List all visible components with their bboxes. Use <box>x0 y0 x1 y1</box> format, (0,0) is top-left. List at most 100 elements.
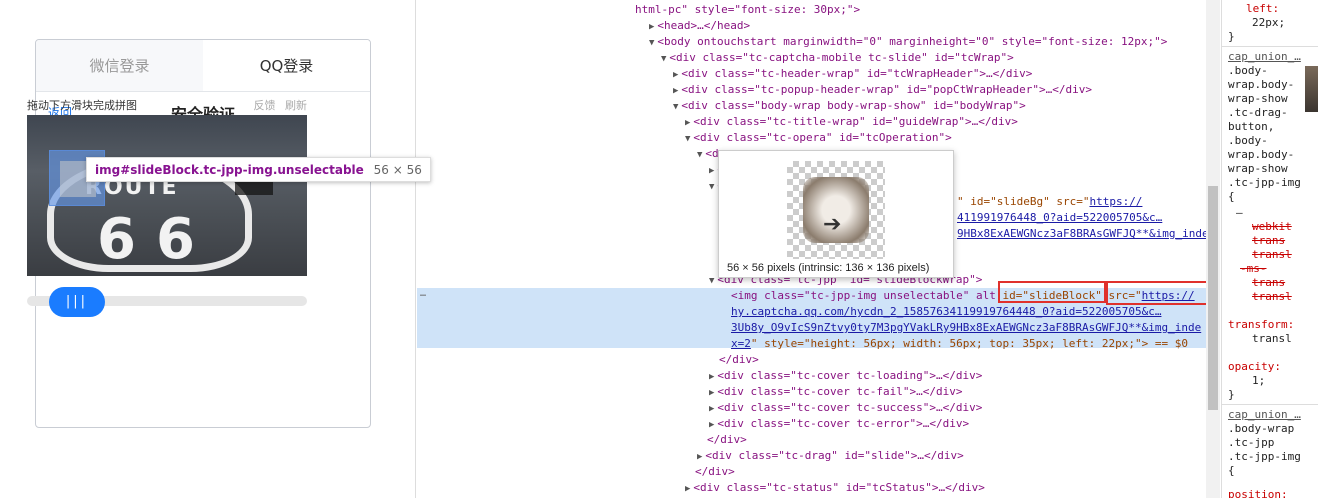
dom-line[interactable]: ▼ <d <box>697 146 719 162</box>
feedback-link[interactable]: 反馈 <box>254 99 276 112</box>
style-selector: button, <box>1228 120 1275 133</box>
style-value[interactable]: 22px; <box>1252 16 1285 30</box>
style-brace: } <box>1228 388 1235 401</box>
slider-handle[interactable]: ||| <box>49 287 105 317</box>
style-prop[interactable]: opacity: <box>1228 360 1281 374</box>
login-tabs: 微信登录 QQ登录 <box>36 40 370 92</box>
dom-line[interactable]: 9HBx8ExAEWGNcz3aF8BRAsGWFJQ**&img_inde <box>957 226 1209 242</box>
node-actions-dots[interactable]: … <box>420 288 426 299</box>
dom-line[interactable]: ▼ <body ontouchstart marginwidth="0" marg… <box>649 34 1167 50</box>
expand-triangle-icon[interactable]: ▶ <box>673 70 678 80</box>
expand-triangle-icon[interactable]: ▶ <box>709 404 714 414</box>
dom-text: <div class="tc-cover tc-success">…</div> <box>717 401 983 414</box>
dom-line[interactable]: ▶ <div class="tc-popup-header-wrap" id="p… <box>673 82 1092 98</box>
style-prop[interactable]: position: <box>1228 488 1288 498</box>
dom-line[interactable]: ▶ <div class="tc-header-wrap" id="tcWrapH… <box>673 66 1032 82</box>
expand-triangle-icon[interactable]: ▶ <box>709 420 714 430</box>
dom-line[interactable]: " id="slideBg" src="https:// <box>957 194 1142 210</box>
collapse-triangle-icon[interactable]: ▼ <box>673 102 678 112</box>
dom-line[interactable]: ▼ <div class="tc-opera" id="tcOperation"> <box>685 130 952 146</box>
collapse-triangle-icon[interactable]: ▼ <box>649 38 654 48</box>
dom-line-selected[interactable]: x=2" style="height: 56px; width: 56px; t… <box>731 336 1188 352</box>
puzzle-background-image: ROUTE 66 <box>27 115 307 276</box>
dom-line[interactable]: ▶ <div class="tc-status" id="tcStatus">…<… <box>685 480 985 496</box>
style-prop-overridden[interactable]: transl <box>1252 290 1292 304</box>
dom-line[interactable]: ▶ <head>…</head> <box>649 18 750 34</box>
dom-text: <d <box>705 147 719 160</box>
style-prop-overridden[interactable]: trans <box>1252 276 1285 290</box>
dom-line[interactable]: ▼ <div class="body-wrap body-wrap-show" i… <box>673 98 1026 114</box>
style-brace: { <box>1228 190 1235 203</box>
style-value[interactable]: transl <box>1252 332 1292 346</box>
style-prop-overridden[interactable]: trans <box>1252 234 1285 248</box>
dom-line[interactable]: 41199197644​8_0?aid=522005705&c… <box>957 210 1162 226</box>
style-dash: – <box>1236 206 1243 219</box>
dom-line[interactable]: ▶ <div class="tc-cover tc-loading">…</div… <box>709 368 982 384</box>
image-hover-preview: ➔ 56 × 56 pixels (intrinsic: 136 × 136 p… <box>718 150 954 278</box>
dom-src-link[interactable]: 3Ub8y_O9vIcS9nZtvy0ty7M3pgYVakLRy9HBx8Ex… <box>731 321 1201 334</box>
tab-wechat-login[interactable]: 微信登录 <box>36 40 203 91</box>
dom-src-link[interactable]: 9HBx8ExAEWGNcz3aF8BRAsGWFJQ**&img_inde <box>957 227 1209 240</box>
dom-text: <div class="tc-drag" id="slide">…</div> <box>705 449 964 462</box>
dom-src-link[interactable]: https:// <box>1089 195 1142 208</box>
dom-line[interactable]: </div> <box>707 432 747 448</box>
dom-line[interactable]: </div> <box>719 352 759 368</box>
style-source-link[interactable]: cap_union_… <box>1228 408 1301 422</box>
captcha-guide: 拖动下方滑块完成拼图 反馈 刷新 <box>27 97 307 113</box>
collapse-triangle-icon[interactable]: ▼ <box>661 54 666 64</box>
expand-triangle-icon[interactable]: ▶ <box>673 86 678 96</box>
expand-triangle-icon[interactable]: ▶ <box>685 484 690 494</box>
styles-pane: left: 22px; } cap_union_… .body- wrap.bo… <box>1221 0 1318 498</box>
dom-line[interactable]: ▼ <div class="tc-captcha-mobile tc-slide"… <box>661 50 1014 66</box>
style-prop-overridden[interactable]: webkit <box>1252 220 1292 234</box>
collapse-triangle-icon[interactable]: ▼ <box>709 182 714 192</box>
dom-line[interactable]: ▶ <div class="tc-cover tc-fail">…</div> <box>709 384 962 400</box>
dom-src-link[interactable]: x=2 <box>731 337 751 350</box>
collapse-triangle-icon[interactable]: ▼ <box>697 150 702 160</box>
expand-triangle-icon[interactable]: ▶ <box>709 372 714 382</box>
style-selector: .tc-jpp-img <box>1228 176 1301 189</box>
dom-text: <head>…</head> <box>657 19 751 32</box>
dom-text: <div class="tc-header-wrap" id="tcWrapHe… <box>681 67 1033 80</box>
style-separator <box>1222 46 1318 47</box>
dom-line[interactable]: html-pc" style="font-size: 30px;"> <box>635 2 860 18</box>
collapse-triangle-icon[interactable]: ▼ <box>685 134 690 144</box>
dom-text: <div class="tc-popup-header-wrap" id="po… <box>681 83 1093 96</box>
dom-line[interactable]: ▶ <div class="tc-title-wrap" id="guideWra… <box>685 114 1018 130</box>
annotation-box-id <box>998 281 1106 303</box>
expand-triangle-icon[interactable]: ▶ <box>649 22 654 32</box>
style-source-link[interactable]: cap_union_… <box>1228 50 1301 64</box>
expand-triangle-icon[interactable]: ▶ <box>685 118 690 128</box>
collapse-triangle-icon[interactable]: ▼ <box>709 276 714 286</box>
dom-line[interactable]: </div> <box>695 464 735 480</box>
dom-line-selected[interactable]: hy.captcha.qq.com/hycdn_2_15857634119919… <box>731 304 1161 320</box>
preview-caption: 56 × 56 pixels (intrinsic: 136 × 136 pix… <box>727 262 930 274</box>
style-selector: .body- <box>1228 134 1268 147</box>
element-inspector-tooltip: img#slideBlock.tc-jpp-img.unselectable 5… <box>86 157 431 182</box>
dom-line[interactable]: ▶ <div class="tc-cover tc-success">…</div… <box>709 400 982 416</box>
dom-line-selected[interactable]: 3Ub8y_O9vIcS9nZtvy0ty7M3pgYVakLRy9HBx8Ex… <box>731 320 1201 336</box>
style-selector: wrap-show <box>1228 92 1288 105</box>
style-brace: } <box>1228 30 1235 43</box>
dom-line[interactable]: ▶ <div class="tc-drag" id="slide">…</div> <box>697 448 964 464</box>
style-prop[interactable]: left: <box>1246 2 1279 16</box>
style-prop[interactable]: transform: <box>1228 318 1294 332</box>
expand-triangle-icon[interactable]: ▶ <box>697 452 702 462</box>
scrollbar-thumb[interactable] <box>1208 186 1218 410</box>
expand-triangle-icon[interactable]: ▶ <box>709 388 714 398</box>
preview-image: ➔ <box>787 161 885 259</box>
dom-src-link[interactable]: 41199197644​8_0?aid=522005705&c… <box>957 211 1162 224</box>
dom-src-link[interactable]: hy.captcha.qq.com/hycdn_2_15857634119919… <box>731 305 1161 318</box>
style-value[interactable]: 1; <box>1252 374 1265 388</box>
tab-qq-login[interactable]: QQ登录 <box>203 40 370 91</box>
style-image-thumbnail <box>1305 66 1318 112</box>
refresh-link[interactable]: 刷新 <box>285 99 307 112</box>
style-selector: .tc-drag- <box>1228 106 1288 119</box>
style-prop-overridden[interactable]: transl <box>1252 248 1292 262</box>
dom-text: <div class="tc-cover tc-loading">…</div> <box>717 369 983 382</box>
style-prop-overridden[interactable]: -ms- <box>1240 262 1267 276</box>
expand-triangle-icon[interactable]: ▶ <box>709 166 714 176</box>
dom-line[interactable]: ▶ <div class="tc-cover tc-error">…</div> <box>709 416 969 432</box>
style-brace: { <box>1228 464 1235 477</box>
page-viewport: 微信登录 QQ登录 返回 安全验证 拖动下方滑块完成拼图 反馈 刷新 ROUTE… <box>0 0 431 498</box>
